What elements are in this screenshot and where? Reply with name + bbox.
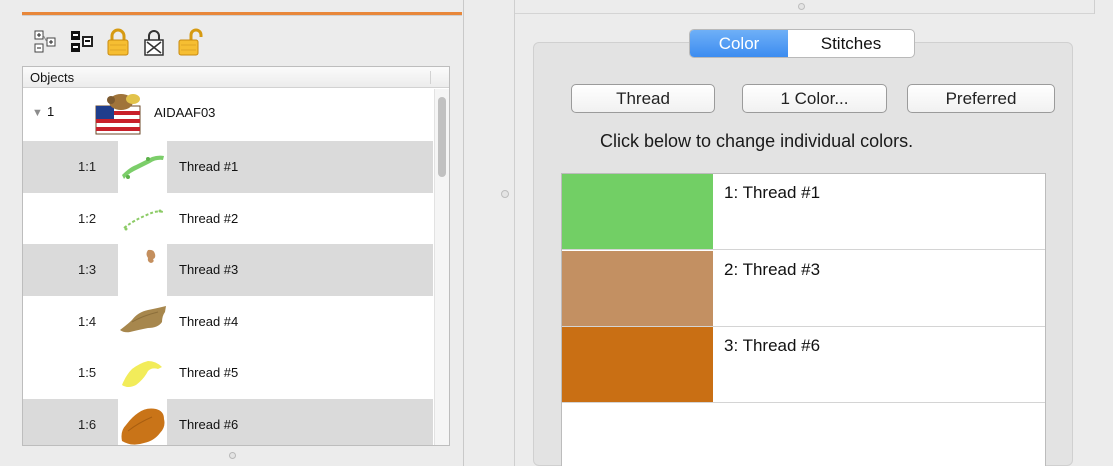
design-thumbnail-icon	[93, 92, 147, 143]
resize-grip[interactable]	[501, 190, 509, 198]
tab-stitches[interactable]: Stitches	[788, 30, 914, 57]
orange-stitch-thumb-icon	[118, 401, 167, 445]
color-swatch[interactable]	[562, 327, 713, 402]
table-row[interactable]: 1:3 Thread #3	[23, 244, 433, 296]
row-id: 1:1	[78, 159, 97, 174]
objects-list-panel: Objects ▼ 1 AIDAAF03 1:1 Thread #1 1:2 T…	[22, 66, 450, 446]
row-name: Thread #5	[179, 365, 239, 381]
row-bg	[23, 398, 118, 445]
color-label: 1: Thread #1	[724, 183, 821, 202]
color-list-item[interactable]: 1: Thread #1	[562, 174, 1045, 250]
pane-border	[514, 0, 515, 466]
row-name: Thread #6	[179, 416, 239, 432]
expand-all-icon[interactable]	[30, 26, 62, 58]
row-bg	[23, 141, 118, 193]
collapse-all-icon[interactable]	[66, 26, 98, 58]
color-label: 2: Thread #3	[724, 260, 821, 279]
segmented-control: Color Stitches	[689, 29, 915, 58]
tan-stitch-thumb-icon	[118, 246, 167, 294]
color-list: 1: Thread #1 2: Thread #3 3: Thread #6	[561, 173, 1046, 466]
lock-crossed-icon[interactable]	[138, 26, 170, 58]
row-id: 1:2	[78, 210, 97, 226]
resize-grip[interactable]	[229, 452, 236, 459]
table-row[interactable]: 1:5 Thread #5	[23, 347, 433, 399]
inspector-pane: Color Stitches Thread 1 Color... Preferr…	[497, 0, 1113, 466]
objects-column-header[interactable]: Objects	[23, 67, 449, 88]
divider-shadow	[22, 15, 462, 16]
table-row[interactable]: 1:2 Thread #2	[23, 193, 433, 245]
table-row[interactable]: 1:1 Thread #1	[23, 141, 433, 193]
objects-sidebar: Objects ▼ 1 AIDAAF03 1:1 Thread #1 1:2 T…	[0, 0, 463, 466]
row-name: Thread #1	[179, 159, 239, 174]
group-number: 1	[47, 104, 55, 119]
preferred-button[interactable]: Preferred	[907, 84, 1055, 113]
color-swatch[interactable]	[562, 251, 713, 326]
row-id: 1:6	[78, 416, 97, 432]
objects-toolbar	[30, 24, 210, 60]
yellow-stitch-thumb-icon	[118, 349, 167, 397]
color-list-item[interactable]: 2: Thread #3	[562, 251, 1045, 327]
tab-color[interactable]: Color	[690, 30, 788, 57]
table-row[interactable]: 1:4 Thread #4	[23, 296, 433, 348]
objects-header-label: Objects	[30, 70, 75, 85]
one-color-button[interactable]: 1 Color...	[742, 84, 887, 113]
row-bg	[23, 244, 118, 296]
row-name: Thread #4	[179, 313, 239, 329]
thread-rows: 1:1 Thread #1 1:2 Thread #2 1:3 Thread #…	[23, 141, 433, 445]
row-id: 1:4	[78, 313, 97, 329]
instruction-text: Click below to change individual colors.	[600, 131, 914, 151]
disclosure-triangle-icon[interactable]: ▼	[32, 107, 43, 119]
color-swatch[interactable]	[562, 174, 713, 249]
row-id: 1:3	[78, 262, 97, 278]
top-strip	[515, 0, 1095, 14]
color-list-item[interactable]: 3: Thread #6	[562, 327, 1045, 403]
row-name: Thread #3	[179, 262, 239, 278]
resize-grip[interactable]	[798, 3, 805, 10]
scrollbar-thumb[interactable]	[438, 97, 446, 177]
green-stitch-thumb-icon	[118, 143, 167, 191]
header-separator	[430, 71, 431, 84]
pane-border	[1094, 0, 1095, 14]
light-green-stitch-thumb-icon	[118, 195, 167, 243]
group-row[interactable]: ▼ 1 AIDAAF03	[23, 89, 433, 141]
row-id: 1:5	[78, 365, 97, 381]
color-label: 3: Thread #6	[724, 336, 821, 355]
lock-icon[interactable]	[102, 26, 134, 58]
thread-button[interactable]: Thread	[571, 84, 715, 113]
unlock-icon[interactable]	[174, 26, 206, 58]
table-row[interactable]: 1:6 Thread #6	[23, 398, 433, 445]
row-name: Thread #2	[179, 210, 239, 226]
panel-divider[interactable]	[463, 0, 464, 466]
group-name: AIDAAF03	[154, 105, 216, 120]
objects-scrollbar[interactable]	[434, 89, 449, 445]
olive-stitch-thumb-icon	[118, 298, 167, 346]
